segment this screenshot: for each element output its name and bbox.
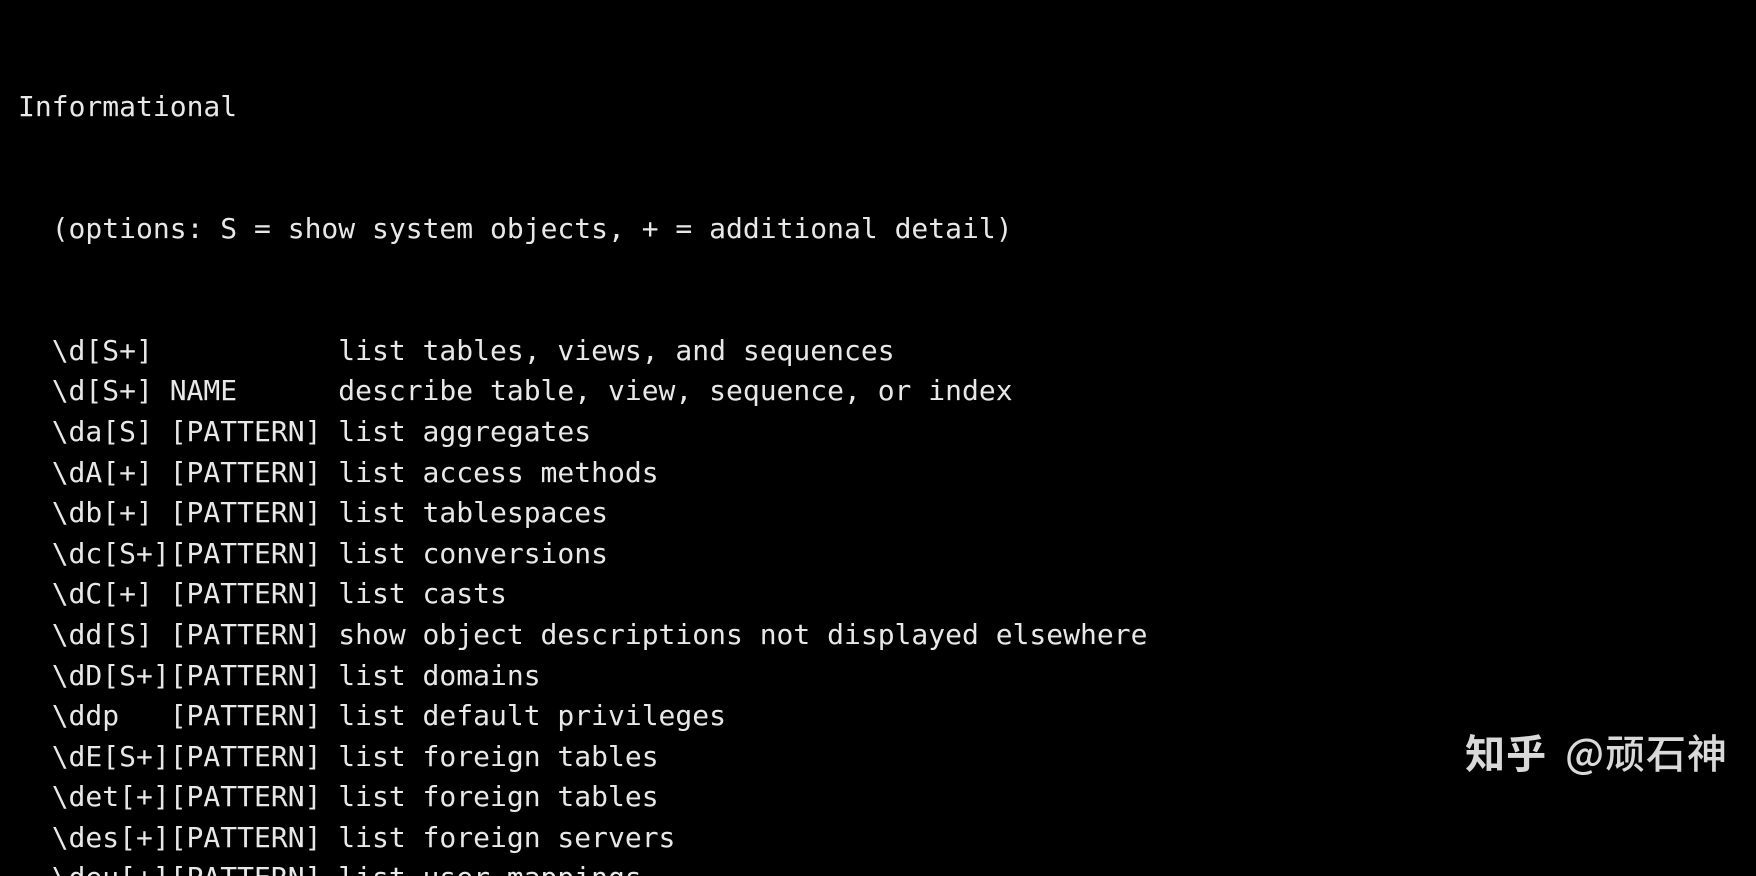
help-command-arg: [PATTERN] bbox=[170, 493, 339, 534]
help-command-row: \dD[S+][PATTERN]list domains bbox=[18, 656, 1738, 697]
help-command-description: list aggregates bbox=[338, 412, 591, 453]
help-command-description: list conversions bbox=[338, 534, 608, 575]
help-command: \d[S+] bbox=[52, 371, 170, 412]
help-command: \deu[+] bbox=[52, 858, 170, 876]
help-command-row: \dC[+][PATTERN]list casts bbox=[18, 574, 1738, 615]
help-command-arg: [PATTERN] bbox=[170, 818, 339, 859]
help-command-description: list foreign servers bbox=[338, 818, 675, 859]
help-command-row: \des[+][PATTERN]list foreign servers bbox=[18, 818, 1738, 859]
help-options-legend: (options: S = show system objects, + = a… bbox=[18, 209, 1738, 250]
help-command: \db[+] bbox=[52, 493, 170, 534]
help-command: \dD[S+] bbox=[52, 656, 170, 697]
help-command-row: \det[+][PATTERN]list foreign tables bbox=[18, 777, 1738, 818]
help-command-row: \dc[S+][PATTERN]list conversions bbox=[18, 534, 1738, 575]
help-command: \des[+] bbox=[52, 818, 170, 859]
help-command-arg: [PATTERN] bbox=[170, 412, 339, 453]
help-command-row: \d[S+] list tables, views, and sequences bbox=[18, 331, 1738, 372]
help-command-arg: [PATTERN] bbox=[170, 777, 339, 818]
help-command-arg: [PATTERN] bbox=[170, 858, 339, 876]
help-command: \da[S] bbox=[52, 412, 170, 453]
help-command-row: \dd[S][PATTERN]show object descriptions … bbox=[18, 615, 1738, 656]
help-command-description: describe table, view, sequence, or index bbox=[338, 371, 1012, 412]
help-command-arg: [PATTERN] bbox=[170, 453, 339, 494]
help-command-arg: [PATTERN] bbox=[170, 737, 339, 778]
help-command-description: list domains bbox=[338, 656, 540, 697]
help-command-row: \ddp[PATTERN]list default privileges bbox=[18, 696, 1738, 737]
help-command-description: list tables, views, and sequences bbox=[338, 331, 894, 372]
help-command-description: list casts bbox=[338, 574, 507, 615]
help-command-row: \d[S+]NAMEdescribe table, view, sequence… bbox=[18, 371, 1738, 412]
help-command: \dd[S] bbox=[52, 615, 170, 656]
help-command-row: \deu[+][PATTERN]list user mappings bbox=[18, 858, 1738, 876]
help-command-arg: [PATTERN] bbox=[170, 574, 339, 615]
help-command-description: list foreign tables bbox=[338, 777, 658, 818]
help-command-arg: [PATTERN] bbox=[170, 534, 339, 575]
help-command: \dc[S+] bbox=[52, 534, 170, 575]
help-command-description: list default privileges bbox=[338, 696, 726, 737]
help-command: \dE[S+] bbox=[52, 737, 170, 778]
help-command-list: \d[S+]list tables, views, and sequences\… bbox=[18, 331, 1738, 876]
help-command-description: list foreign tables bbox=[338, 737, 658, 778]
help-command-arg: [PATTERN] bbox=[170, 615, 339, 656]
help-section-heading: Informational bbox=[18, 87, 1738, 128]
help-command-description: show object descriptions not displayed e… bbox=[338, 615, 1147, 656]
help-command-arg: NAME bbox=[170, 371, 339, 412]
help-command-row: \dE[S+][PATTERN]list foreign tables bbox=[18, 737, 1738, 778]
help-command-row: \da[S][PATTERN]list aggregates bbox=[18, 412, 1738, 453]
help-command: \dA[+] bbox=[52, 453, 170, 494]
help-command: \dC[+] bbox=[52, 574, 170, 615]
help-command-arg: [PATTERN] bbox=[170, 656, 339, 697]
terminal-output: Informational (options: S = show system … bbox=[0, 0, 1756, 876]
help-command-description: list tablespaces bbox=[338, 493, 608, 534]
help-command-arg: [PATTERN] bbox=[170, 696, 339, 737]
help-command-row: \db[+][PATTERN]list tablespaces bbox=[18, 493, 1738, 534]
help-command: \det[+] bbox=[52, 777, 170, 818]
help-command-description: list user mappings bbox=[338, 858, 641, 876]
help-command-description: list access methods bbox=[338, 453, 658, 494]
help-command: \ddp bbox=[52, 696, 170, 737]
help-command-row: \dA[+][PATTERN]list access methods bbox=[18, 453, 1738, 494]
help-command: \d[S+] bbox=[52, 331, 170, 372]
